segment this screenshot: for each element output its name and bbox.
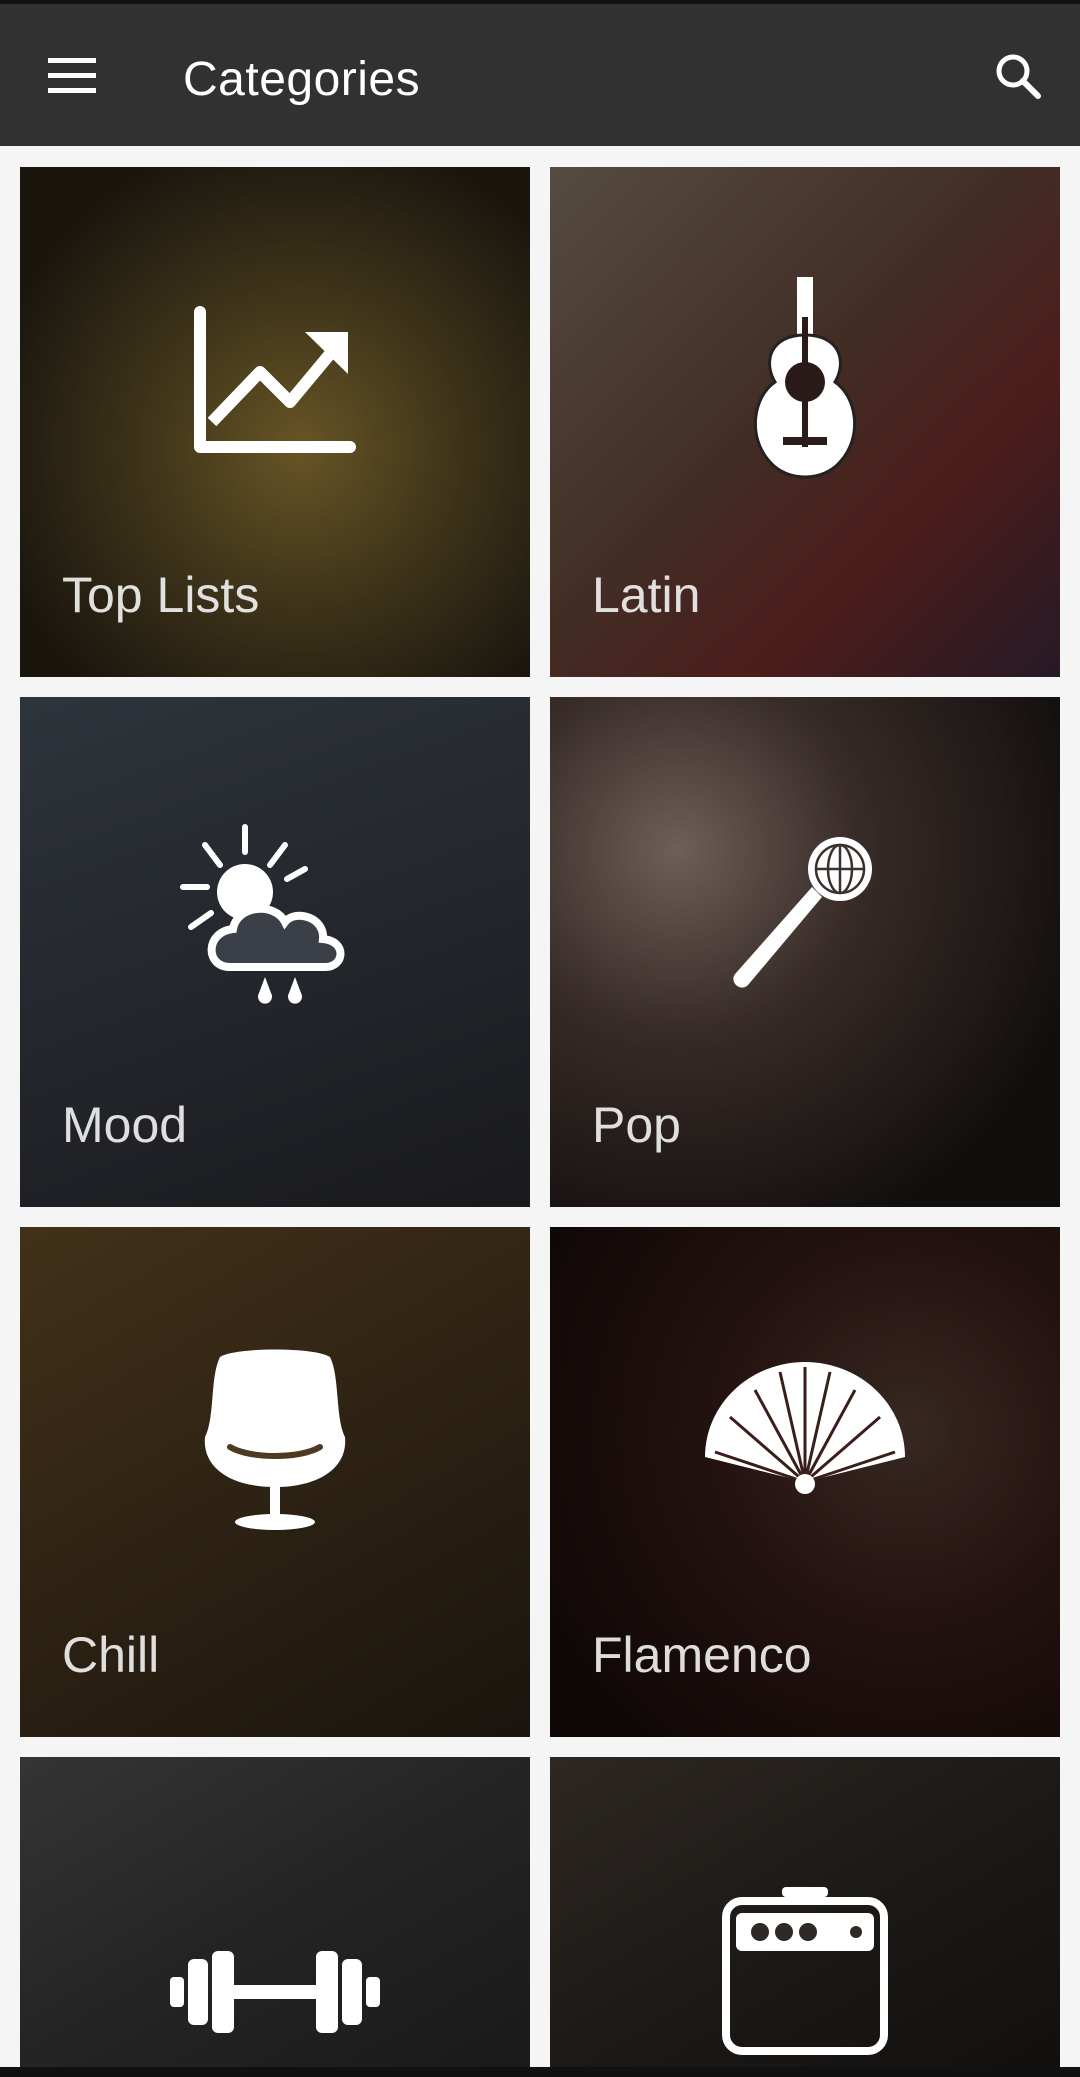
category-tile-latin[interactable]: Latin: [550, 167, 1060, 677]
guitar-icon: [753, 277, 857, 479]
category-tile-top-lists[interactable]: Top Lists: [20, 167, 530, 677]
category-tile-workout[interactable]: [20, 1757, 530, 2067]
dumbbell-icon: [170, 1951, 380, 2033]
category-tile-amplifier[interactable]: [550, 1757, 1060, 2067]
page-title: Categories: [183, 53, 421, 106]
category-tile-chill[interactable]: Chill: [20, 1227, 530, 1737]
category-tile-pop[interactable]: Pop: [550, 697, 1060, 1207]
search-icon: [996, 54, 1041, 99]
category-label: Mood: [62, 1097, 188, 1153]
category-label: Chill: [62, 1627, 160, 1683]
trending-chart-icon: [194, 306, 356, 453]
category-label: Flamenco: [592, 1627, 812, 1683]
sun-cloud-rain-icon: [180, 824, 345, 1004]
search-button[interactable]: [982, 40, 1054, 112]
category-tile-mood[interactable]: Mood: [20, 697, 530, 1207]
egg-chair-icon: [204, 1349, 346, 1530]
microphone-icon: [733, 837, 872, 988]
category-tile-flamenco[interactable]: Flamenco: [550, 1227, 1060, 1737]
bottom-edge: [0, 2067, 1080, 2077]
category-label: Latin: [592, 567, 701, 623]
category-label: Top Lists: [62, 567, 260, 623]
menu-button[interactable]: [36, 40, 108, 112]
amplifier-icon: [722, 1887, 888, 2055]
hamburger-menu-icon: [48, 58, 96, 93]
hand-fan-icon: [705, 1362, 905, 1494]
app-bar: Categories: [0, 4, 1080, 146]
category-label: Pop: [592, 1097, 681, 1153]
